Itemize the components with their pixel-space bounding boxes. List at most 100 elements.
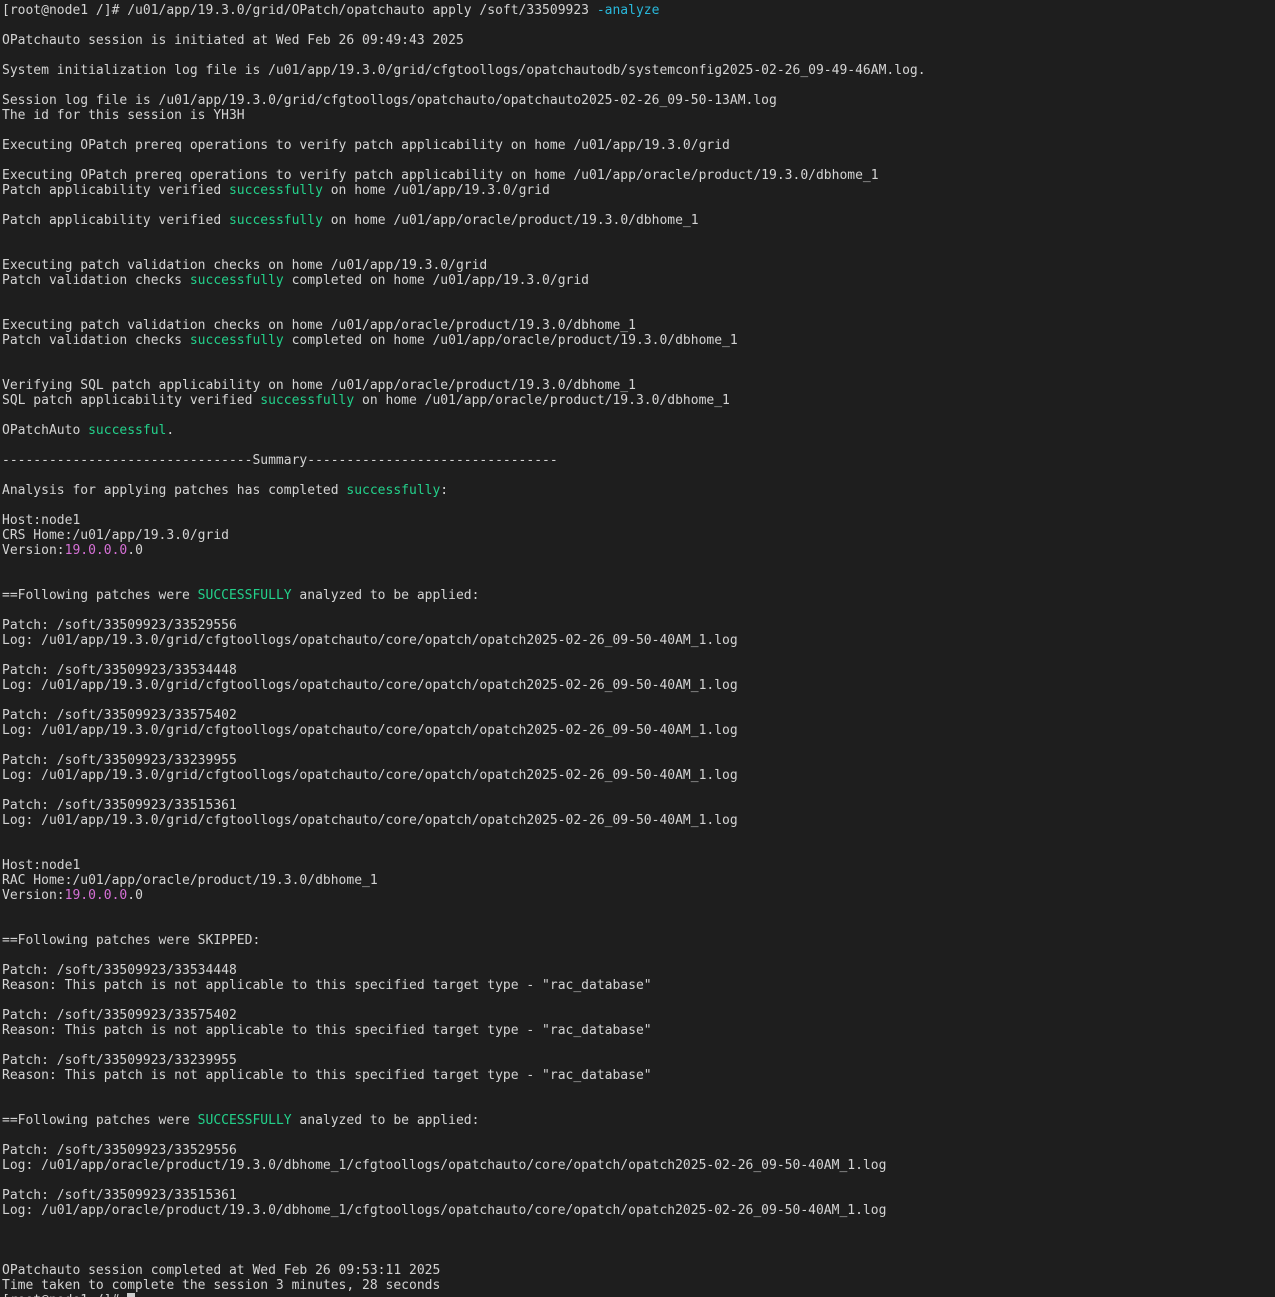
- terminal-line: Patch: /soft/33509923/33515361: [2, 798, 926, 813]
- terminal-text: successfully: [228, 213, 323, 228]
- terminal-text: [root@node1 /]# /u01/app/19.3.0/grid/OPa…: [2, 3, 597, 18]
- terminal-line: [root@node1 /]# /u01/app/19.3.0/grid/OPa…: [2, 3, 926, 18]
- terminal-text: on home /u01/app/oracle/product/19.3.0/d…: [354, 393, 730, 408]
- terminal-line: ==Following patches were SKIPPED:: [2, 933, 926, 948]
- terminal-text: analyzed to be applied:: [291, 1113, 480, 1128]
- terminal-line: RAC Home:/u01/app/oracle/product/19.3.0/…: [2, 873, 926, 888]
- terminal-line: Log: /u01/app/19.3.0/grid/cfgtoollogs/op…: [2, 768, 926, 783]
- terminal-line: Reason: This patch is not applicable to …: [2, 1023, 926, 1038]
- terminal-line: Patch validation checks successfully com…: [2, 333, 926, 348]
- terminal-text: Host:node1: [2, 513, 81, 528]
- terminal-line: OPatchAuto successful.: [2, 423, 926, 438]
- terminal-text: --------------------------------Summary-…: [2, 453, 558, 468]
- terminal-text: Patch: /soft/33509923/33534448: [2, 663, 237, 678]
- terminal-line: Verifying SQL patch applicability on hom…: [2, 378, 926, 393]
- terminal-line: Log: /u01/app/19.3.0/grid/cfgtoollogs/op…: [2, 633, 926, 648]
- terminal-line: Patch applicability verified successfull…: [2, 213, 926, 228]
- terminal-line: Patch: /soft/33509923/33239955: [2, 753, 926, 768]
- terminal-text: .0: [127, 543, 143, 558]
- terminal-line: Log: /u01/app/oracle/product/19.3.0/dbho…: [2, 1158, 926, 1173]
- terminal-line: Patch: /soft/33509923/33529556: [2, 1143, 926, 1158]
- terminal-text: Log: /u01/app/oracle/product/19.3.0/dbho…: [2, 1203, 887, 1218]
- terminal-text: Session log file is /u01/app/19.3.0/grid…: [2, 93, 777, 108]
- terminal-window[interactable]: [root@node1 /]# /u01/app/19.3.0/grid/OPa…: [0, 0, 1275, 1297]
- terminal-text: 19.0.0.0: [64, 888, 128, 903]
- terminal-text: OPatchAuto: [2, 423, 89, 438]
- terminal-line: System initialization log file is /u01/a…: [2, 63, 926, 78]
- terminal-text: Patch: /soft/33509923/33575402: [2, 708, 237, 723]
- terminal-text: successfully: [260, 393, 355, 408]
- terminal-text: Patch: /soft/33509923/33529556: [2, 618, 237, 633]
- terminal-text: successful: [88, 423, 167, 438]
- terminal-text: Reason: This patch is not applicable to …: [2, 1023, 652, 1038]
- terminal-text: Patch: /soft/33509923/33529556: [2, 1143, 237, 1158]
- terminal-line: Host:node1: [2, 858, 926, 873]
- terminal-line: Reason: This patch is not applicable to …: [2, 1068, 926, 1083]
- terminal-line: Analysis for applying patches has comple…: [2, 483, 926, 498]
- terminal-text: Patch validation checks: [2, 333, 190, 348]
- terminal-text: Log: /u01/app/19.3.0/grid/cfgtoollogs/op…: [2, 723, 738, 738]
- terminal-line: Patch: /soft/33509923/33239955: [2, 1053, 926, 1068]
- terminal-text: completed on home /u01/app/oracle/produc…: [283, 333, 738, 348]
- terminal-text: OPatchauto session completed at Wed Feb …: [2, 1263, 441, 1278]
- terminal-text: Executing OPatch prereq operations to ve…: [2, 168, 879, 183]
- terminal-text: SUCCESSFULLY: [197, 588, 292, 603]
- terminal-text: Reason: This patch is not applicable to …: [2, 978, 652, 993]
- terminal-text: Reason: This patch is not applicable to …: [2, 1068, 652, 1083]
- terminal-text: Log: /u01/app/19.3.0/grid/cfgtoollogs/op…: [2, 768, 738, 783]
- terminal-line: Executing OPatch prereq operations to ve…: [2, 138, 926, 153]
- terminal-text: The id for this session is YH3H: [2, 108, 245, 123]
- terminal-line: Log: /u01/app/19.3.0/grid/cfgtoollogs/op…: [2, 723, 926, 738]
- terminal-text: Patch: /soft/33509923/33515361: [2, 798, 237, 813]
- terminal-line: The id for this session is YH3H: [2, 108, 926, 123]
- terminal-text: Version:: [2, 543, 65, 558]
- terminal-line: Executing OPatch prereq operations to ve…: [2, 168, 926, 183]
- terminal-line: Patch: /soft/33509923/33534448: [2, 963, 926, 978]
- terminal-line: Version:19.0.0.0.0: [2, 888, 926, 903]
- terminal-text: on home /u01/app/oracle/product/19.3.0/d…: [322, 213, 699, 228]
- terminal-text: :: [440, 483, 449, 498]
- terminal-text: SQL patch applicability verified: [2, 393, 261, 408]
- terminal-text: Patch: /soft/33509923/33239955: [2, 1053, 237, 1068]
- terminal-text: .0: [127, 888, 143, 903]
- terminal-cursor[interactable]: [127, 1293, 136, 1297]
- terminal-text: [root@node1 /]#: [2, 1293, 127, 1297]
- terminal-line: Host:node1: [2, 513, 926, 528]
- terminal-text: 19.0.0.0: [64, 543, 128, 558]
- terminal-line: Log: /u01/app/19.3.0/grid/cfgtoollogs/op…: [2, 678, 926, 693]
- terminal-line: ==Following patches were SUCCESSFULLY an…: [2, 1113, 926, 1128]
- terminal-text: Log: /u01/app/19.3.0/grid/cfgtoollogs/op…: [2, 678, 738, 693]
- terminal-line: Log: /u01/app/oracle/product/19.3.0/dbho…: [2, 1203, 926, 1218]
- terminal-line: Log: /u01/app/19.3.0/grid/cfgtoollogs/op…: [2, 813, 926, 828]
- terminal-text: RAC Home:/u01/app/oracle/product/19.3.0/…: [2, 873, 378, 888]
- terminal-line: Session log file is /u01/app/19.3.0/grid…: [2, 93, 926, 108]
- terminal-line: Time taken to complete the session 3 min…: [2, 1278, 926, 1293]
- terminal-text: Executing OPatch prereq operations to ve…: [2, 138, 730, 153]
- terminal-line: Executing patch validation checks on hom…: [2, 258, 926, 273]
- terminal-text: Patch: /soft/33509923/33534448: [2, 963, 237, 978]
- terminal-line: SQL patch applicability verified success…: [2, 393, 926, 408]
- terminal-line: OPatchauto session completed at Wed Feb …: [2, 1263, 926, 1278]
